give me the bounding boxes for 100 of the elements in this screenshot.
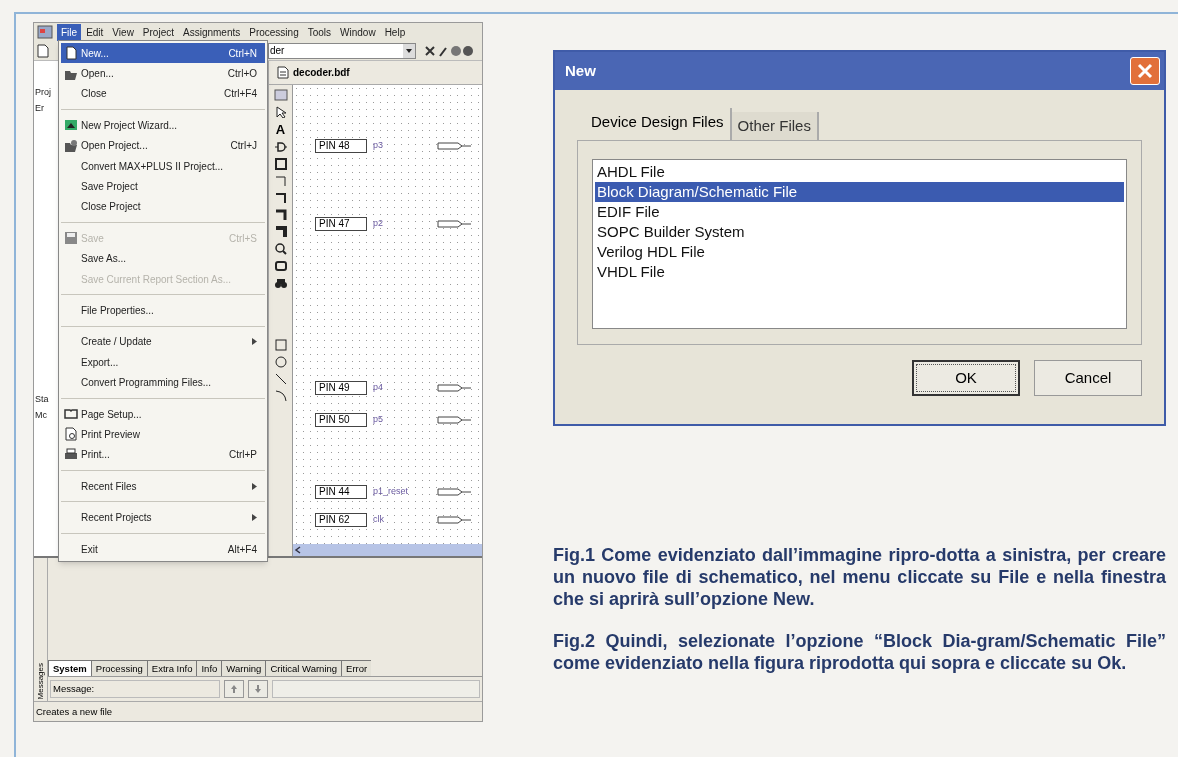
message-tab[interactable]: Critical Warning — [265, 660, 342, 676]
status-bar: Creates a new file — [34, 701, 482, 721]
wire-tool-icon — [274, 209, 287, 221]
close-icon — [1137, 63, 1153, 79]
menu-item[interactable]: View — [108, 23, 138, 41]
menu-entry[interactable]: New... Ctrl+N — [61, 43, 265, 64]
menu-entry[interactable]: Recent Projects — [61, 507, 265, 528]
menu-entry[interactable]: Export... — [61, 352, 265, 373]
wire-tool-icon — [274, 192, 287, 204]
net-name: p5 — [372, 413, 384, 427]
fullscreen-icon — [274, 260, 287, 272]
list-item[interactable]: Verilog HDL File — [595, 242, 1124, 262]
message-tab[interactable]: Error — [341, 660, 372, 676]
arc-tool-icon — [274, 390, 287, 402]
scroll-left-icon — [293, 545, 303, 555]
input-pin-symbol — [437, 415, 471, 425]
menu-icon — [64, 407, 78, 422]
location-field[interactable] — [272, 680, 480, 698]
pin-label: PIN 47 — [315, 217, 367, 231]
dialog-button[interactable]: Cancel — [1034, 360, 1142, 396]
panel-label: Er — [34, 103, 44, 114]
toolbar-icons-drawing — [422, 43, 474, 58]
input-pin-symbol — [437, 515, 471, 525]
down-button[interactable] — [248, 680, 268, 698]
menu-item[interactable]: Window — [336, 23, 380, 41]
dialog-title: New — [565, 60, 596, 81]
line-tool-icon — [274, 373, 287, 385]
menu-entry[interactable]: Exit Alt+F4 — [61, 538, 265, 560]
menu-entry[interactable]: Open Project... Ctrl+J — [61, 135, 265, 156]
document-tab[interactable]: decoder.bdf — [293, 65, 350, 80]
rectangle-tool-icon — [274, 339, 287, 351]
messages-label: Messages — [35, 662, 46, 699]
page-icon — [37, 43, 49, 58]
menu-entry[interactable]: Open... Ctrl+O — [61, 63, 265, 84]
pin-label: PIN 49 — [315, 381, 367, 395]
symbol-tool-icon — [274, 141, 287, 153]
horizontal-scrollbar[interactable] — [293, 544, 482, 556]
message-tab[interactable]: Warning — [221, 660, 266, 676]
up-arrow-icon — [230, 684, 238, 694]
menu-item[interactable]: Assignments — [179, 23, 245, 41]
net-name: p2 — [372, 217, 384, 231]
text-tool[interactable]: A — [275, 123, 286, 136]
menu-item[interactable]: Edit — [82, 23, 108, 41]
wire-tool-icon — [274, 226, 287, 238]
project-combo-box[interactable]: der — [268, 42, 416, 59]
list-item[interactable]: SOPC Builder System — [595, 222, 1124, 242]
menu-entry[interactable]: Print Preview — [61, 424, 265, 445]
net-name: clk — [372, 513, 385, 527]
menu-entry[interactable]: Close Project — [61, 196, 265, 218]
up-button[interactable] — [224, 680, 244, 698]
list-item[interactable]: VHDL File — [595, 262, 1124, 282]
input-pin-symbol — [437, 383, 471, 393]
close-button[interactable] — [1130, 57, 1160, 85]
input-pin-symbol — [437, 219, 471, 229]
wire-tool-icon — [274, 175, 287, 187]
menu-entry[interactable]: Convert MAX+PLUS II Project... — [61, 155, 265, 177]
dialog-button[interactable]: OK — [912, 360, 1020, 396]
menu-entry[interactable]: Print... Ctrl+P — [61, 444, 265, 466]
menu-entry[interactable]: New Project Wizard... — [61, 115, 265, 136]
document-icon — [277, 66, 289, 79]
pin-label: PIN 48 — [315, 139, 367, 153]
menu-entry[interactable]: File Properties... — [61, 300, 265, 321]
menu-item[interactable]: Tools — [303, 23, 336, 41]
list-item[interactable]: EDIF File — [595, 202, 1124, 222]
message-tab[interactable]: Extra Info — [146, 660, 197, 676]
message-tab[interactable]: Info — [196, 660, 222, 676]
input-pin-symbol — [437, 487, 471, 497]
menu-entry[interactable]: Save As... — [61, 248, 265, 269]
panel-label: Sta — [34, 394, 49, 405]
list-item[interactable]: Block Diagram/Schematic File — [595, 182, 1124, 202]
ellipse-tool-icon — [274, 356, 287, 368]
message-field[interactable]: Message: — [50, 680, 220, 698]
input-pin-symbol — [437, 141, 471, 151]
menu-entry[interactable]: Close Ctrl+F4 — [61, 83, 265, 105]
panel-label: Proj — [34, 87, 51, 98]
panel-label: Mc — [34, 410, 47, 421]
menu-item[interactable]: Project — [138, 23, 178, 41]
dialog-tab[interactable]: Other Files — [731, 112, 819, 140]
menu-item[interactable]: File — [57, 23, 82, 41]
list-item[interactable]: AHDL File — [595, 162, 1124, 182]
binoculars-icon — [274, 277, 287, 289]
zoom-icon — [274, 243, 287, 255]
down-arrow-icon — [254, 684, 262, 694]
message-tab[interactable]: Processing — [90, 660, 147, 676]
figure-caption: Fig.2 Quindi, selezionate l’opzione “Block Dia-gram/Schematic File” come evidenziato nella figura riprodotta qui sopra e cliccate su Ok. — [553, 630, 1166, 674]
menu-icon — [64, 118, 78, 133]
net-name: p1_reset — [372, 485, 410, 499]
menu-item[interactable]: Help — [380, 23, 410, 41]
menu-entry[interactable]: Recent Files — [61, 476, 265, 497]
pin-label: PIN 44 — [315, 485, 367, 499]
pin-label: PIN 62 — [315, 513, 367, 527]
menu-item[interactable]: Processing — [245, 23, 303, 41]
menu-entry[interactable]: Save Project — [61, 176, 265, 197]
menu-icon — [64, 231, 78, 246]
menu-entry[interactable]: Create / Update — [61, 331, 265, 353]
message-tab[interactable]: System — [48, 660, 91, 676]
menu-icon — [64, 46, 78, 61]
menu-entry[interactable]: Page Setup... — [61, 403, 265, 425]
window-icon — [273, 89, 288, 101]
menu-entry[interactable]: Convert Programming Files... — [61, 372, 265, 393]
